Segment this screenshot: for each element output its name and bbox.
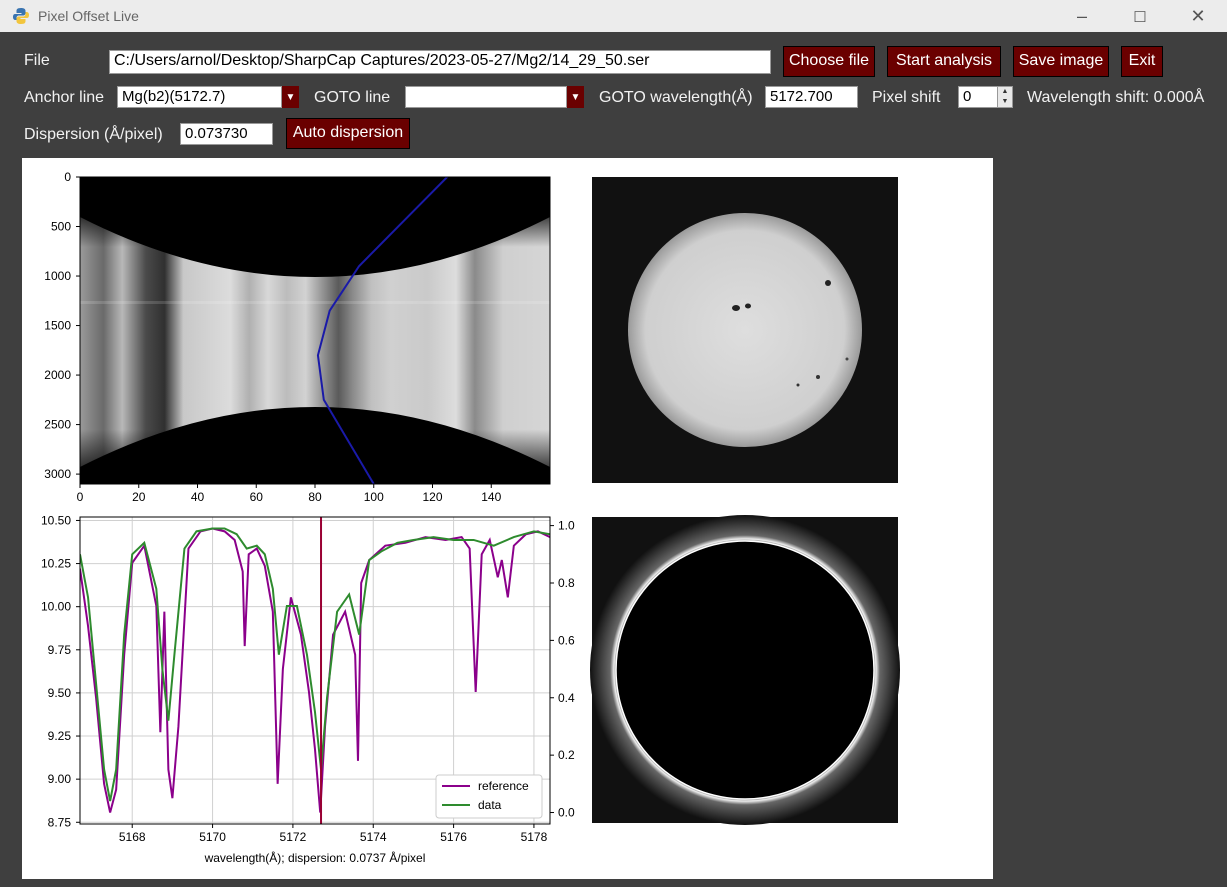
pixel-shift-input[interactable]: 0 xyxy=(958,86,998,108)
sunspot xyxy=(796,383,800,387)
y-tick-label: 9.00 xyxy=(48,772,72,786)
goto-line-label: GOTO line xyxy=(314,89,391,106)
sunspot xyxy=(816,375,820,379)
y-tick-label: 10.50 xyxy=(41,513,71,527)
y-tick-label: 3000 xyxy=(44,467,71,481)
save-image-button[interactable]: Save image xyxy=(1013,46,1109,77)
x-tick-label: 5178 xyxy=(521,830,548,844)
chevron-down-icon: ▼ xyxy=(570,92,581,103)
profile-xlabel: wavelength(Å); dispersion: 0.0737 Å/pixe… xyxy=(204,850,426,865)
goto-wavelength-label: GOTO wavelength(Å) xyxy=(599,89,753,106)
limb-image xyxy=(590,515,900,825)
start-analysis-button[interactable]: Start analysis xyxy=(887,46,1001,77)
x-tick-label: 5172 xyxy=(280,830,307,844)
limb-disk xyxy=(615,540,875,800)
legend-reference-label: reference xyxy=(478,779,529,793)
y-tick-label: 10.25 xyxy=(41,557,71,571)
x-tick-label: 20 xyxy=(132,490,146,504)
auto-dispersion-button[interactable]: Auto dispersion xyxy=(286,118,410,149)
title-bar[interactable]: Pixel Offset Live – ☐ ✕ xyxy=(0,0,1227,32)
x-tick-label: 60 xyxy=(250,490,264,504)
y-tick-label: 1000 xyxy=(44,269,71,283)
y2-tick-label: 0.6 xyxy=(558,633,575,647)
x-tick-label: 5168 xyxy=(119,830,146,844)
goto-wavelength-input[interactable]: 5172.700 xyxy=(765,86,858,108)
anchor-line-label: Anchor line xyxy=(24,89,105,106)
choose-file-button[interactable]: Choose file xyxy=(783,46,875,77)
maximize-button[interactable]: ☐ xyxy=(1110,0,1170,32)
y2-tick-label: 0.2 xyxy=(558,748,575,762)
chevron-down-icon: ▼ xyxy=(285,92,296,103)
y-tick-label: 9.75 xyxy=(48,643,72,657)
minimize-button[interactable]: – xyxy=(1052,0,1112,32)
y-tick-label: 10.00 xyxy=(41,600,71,614)
app-window: Pixel Offset Live – ☐ ✕ File C:/Users/ar… xyxy=(0,0,1227,887)
close-icon: ✕ xyxy=(1190,6,1206,26)
minimize-icon: – xyxy=(1076,6,1087,26)
x-tick-label: 120 xyxy=(422,490,442,504)
x-tick-label: 5176 xyxy=(440,830,467,844)
plot-canvas: 0 20 40 60 80 100 120 140 0 500 1000 1500 2000 2500 30… xyxy=(22,158,993,879)
close-button[interactable]: ✕ xyxy=(1168,0,1227,32)
y2-tick-label: 0.0 xyxy=(558,806,575,820)
x-tick-label: 100 xyxy=(364,490,384,504)
wavelength-shift-text: Wavelength shift: 0.000Å xyxy=(1027,89,1205,106)
sunspot xyxy=(732,305,740,311)
y-tick-label: 0 xyxy=(64,170,71,184)
x-tick-label: 80 xyxy=(308,490,322,504)
sun-disk xyxy=(628,213,862,447)
pixel-shift-label: Pixel shift xyxy=(872,89,941,106)
window-title: Pixel Offset Live xyxy=(38,8,139,24)
y2-tick-label: 0.4 xyxy=(558,691,575,705)
maximize-icon: ☐ xyxy=(1133,9,1147,26)
file-label: File xyxy=(24,52,50,69)
sunspot xyxy=(825,280,831,286)
spectral-image-plot: 0 20 40 60 80 100 120 140 0 500 1000 1500 2000 2500 30… xyxy=(44,170,551,504)
file-path-field[interactable]: C:/Users/arnol/Desktop/SharpCap Captures… xyxy=(109,50,771,74)
x-tick-label: 5170 xyxy=(199,830,226,844)
spinner-up-icon: ▲ xyxy=(1001,88,1009,95)
y2-tick-label: 0.8 xyxy=(558,576,575,590)
figure-svg: 0 20 40 60 80 100 120 140 0 500 1000 1500 2000 2500 30… xyxy=(41,170,900,865)
exit-button[interactable]: Exit xyxy=(1121,46,1163,77)
anchor-dropdown-arrow[interactable]: ▼ xyxy=(282,86,299,108)
anchor-line-select[interactable]: Mg(b2)(5172.7) xyxy=(117,86,282,108)
y-tick-label: 2500 xyxy=(44,418,71,432)
y-tick-label: 2000 xyxy=(44,368,71,382)
dispersion-label: Dispersion (Å/pixel) xyxy=(24,126,163,143)
goto-line-select[interactable] xyxy=(405,86,567,108)
y-tick-label: 1500 xyxy=(44,319,71,333)
spectral-image xyxy=(80,177,550,484)
y-tick-label: 9.50 xyxy=(48,686,72,700)
sun-disk-image xyxy=(592,177,898,483)
pixel-shift-spinner[interactable]: ▲ ▼ xyxy=(997,86,1013,108)
legend-data-label: data xyxy=(478,798,502,812)
x-tick-label: 0 xyxy=(77,490,84,504)
sunspot xyxy=(745,303,751,309)
y-tick-label: 9.25 xyxy=(48,729,72,743)
legend: reference data xyxy=(435,774,543,819)
sunspot xyxy=(845,357,849,361)
spectrum-profile-plot: 5168 5170 5172 5174 5176 5178 8.75 9.00 9.25 9.50… xyxy=(41,513,575,865)
goto-line-dropdown-arrow[interactable]: ▼ xyxy=(567,86,584,108)
y-tick-label: 500 xyxy=(51,220,71,234)
x-tick-label: 140 xyxy=(481,490,501,504)
python-icon xyxy=(13,8,29,24)
dispersion-input[interactable]: 0.073730 xyxy=(180,123,273,145)
y2-tick-label: 1.0 xyxy=(558,519,575,533)
series-reference-line xyxy=(80,527,550,813)
y-tick-label: 8.75 xyxy=(48,815,72,829)
x-tick-label: 40 xyxy=(191,490,205,504)
x-tick-label: 5174 xyxy=(360,830,387,844)
spinner-down-icon: ▼ xyxy=(1001,98,1009,105)
